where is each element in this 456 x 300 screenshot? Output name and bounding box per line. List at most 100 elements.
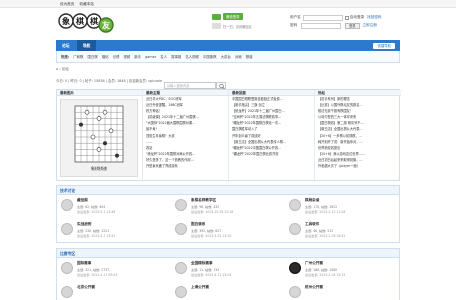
wechat-login-button[interactable]: 微信登录 bbox=[223, 13, 243, 20]
hot-item[interactable]: 视频 bbox=[123, 55, 130, 59]
forum-last-post[interactable]: 最后发表: 2023-5-17 09:03 bbox=[77, 272, 117, 277]
featured-image[interactable]: 象棋棋谱 bbox=[60, 99, 138, 177]
forum-item[interactable]: 杭州公开赛 bbox=[285, 283, 395, 300]
password-field[interactable] bbox=[301, 22, 341, 29]
forum-item[interactable]: 上海公开赛 bbox=[171, 283, 281, 300]
bookmark-link[interactable]: 收藏本站 bbox=[80, 2, 94, 6]
forum-last-post[interactable]: 最后发表: 2023-5-1 13:46 bbox=[77, 209, 115, 214]
top-panel: 最新图片 象棋棋谱 最新主题 近日羊大PDC，EOC冠军 近日外营提醒，198C… bbox=[56, 89, 401, 182]
password-label: 密码 bbox=[290, 23, 298, 27]
chessboard-image: 象棋棋谱 bbox=[61, 100, 137, 176]
forum-last-post[interactable]: 最后发表: 2023-10-25 22:16 bbox=[191, 209, 233, 214]
svg-text:友: 友 bbox=[101, 20, 110, 30]
svg-text:象: 象 bbox=[62, 16, 70, 26]
hot-item[interactable]: 对局 bbox=[235, 55, 242, 59]
forum-name[interactable]: 棋局杂谈 bbox=[305, 198, 319, 203]
svg-text:棋: 棋 bbox=[75, 16, 84, 26]
forum-item[interactable]: 实战战例 主题: 230, 帖数: 1221 最后发表: 2023-4-7 13… bbox=[57, 220, 167, 244]
forum-name[interactable]: 象棋名称教学区 bbox=[191, 198, 216, 203]
forum-icon bbox=[175, 286, 187, 298]
hot-item[interactable]: 棋谱 bbox=[246, 55, 253, 59]
forum-name[interactable]: 藏经阁 bbox=[77, 198, 88, 203]
hot-item[interactable]: 广和棋 bbox=[73, 55, 83, 59]
forum-last-post[interactable]: 最后发表: 2023-2-13 11:28 bbox=[305, 209, 345, 214]
hot-item[interactable]: 大讲台 bbox=[221, 55, 231, 59]
forum-name[interactable]: 全国精标赛事 bbox=[191, 261, 213, 266]
username-field[interactable] bbox=[302, 14, 343, 21]
section-match: 比赛专区 国际赛事 主题: 321, 帖数: 2737 最后发表: 2023-5… bbox=[56, 248, 400, 300]
forum-name[interactable]: 广州公开赛 bbox=[305, 261, 323, 266]
forum-item[interactable]: 藏经阁 主题: 62, 帖数: 404 最后发表: 2023-5-1 13:46 bbox=[57, 196, 167, 220]
forum-last-post[interactable]: 最后发表: 2023-2-26 15:15 bbox=[305, 272, 345, 277]
section-title[interactable]: 比赛专区 bbox=[57, 249, 399, 258]
forum-last-post[interactable]: 最后发表: 2023-4-11 15:04 bbox=[191, 272, 231, 277]
forum-item[interactable]: 广州公开赛 主题: 166, 帖数: 1080 最后发表: 2023-2-26 … bbox=[285, 259, 395, 283]
search-button[interactable] bbox=[216, 82, 226, 90]
hot-item[interactable]: 名人视频 bbox=[185, 55, 199, 59]
forum-icon bbox=[175, 199, 187, 211]
svg-text:棋: 棋 bbox=[89, 16, 98, 26]
search-input[interactable]: 请输入搜索内容 bbox=[164, 82, 216, 89]
forum-icon bbox=[61, 223, 73, 235]
breadcrumb: ⌂ › 论坛 bbox=[56, 67, 400, 73]
hot-item[interactable]: 新手 bbox=[134, 55, 141, 59]
wechat-icon bbox=[212, 13, 221, 20]
hot-item[interactable]: 名人 bbox=[160, 55, 167, 59]
section-title[interactable]: 技术讨论 bbox=[57, 186, 399, 195]
crumb-sep: › bbox=[59, 67, 61, 71]
nav-item-forum[interactable]: 论坛 bbox=[56, 40, 76, 51]
forum-icon bbox=[61, 199, 73, 211]
scan-label: 扫一扫，访问微社区 bbox=[223, 24, 252, 29]
set-home-link[interactable]: 设为首页 bbox=[60, 2, 74, 6]
hot-item[interactable]: gamer bbox=[145, 55, 156, 59]
forum-item[interactable]: 北京公开赛 bbox=[57, 283, 167, 300]
hot-item[interactable]: 中国象棋 bbox=[203, 55, 217, 59]
quick-nav-button[interactable]: 快捷导航 bbox=[372, 42, 396, 50]
home-icon[interactable]: ⌂ bbox=[56, 67, 58, 71]
site-logo[interactable]: 象 棋 棋 友 bbox=[58, 11, 114, 35]
forum-icon bbox=[289, 199, 301, 211]
login-panel: 用户名 自动登录 找回密码 密码 登录 立即注册 bbox=[290, 14, 400, 36]
forum-name[interactable]: 工具软件 bbox=[305, 222, 319, 227]
forum-item[interactable]: 全国精标赛事 主题: 11, 帖数: 132 最后发表: 2023-4-11 1… bbox=[171, 259, 281, 283]
remember-label: 自动登录 bbox=[349, 15, 365, 19]
list-item[interactable]: 开型象玩囊了界线游系 bbox=[143, 163, 228, 169]
forum-icon bbox=[175, 223, 187, 235]
login-button[interactable]: 登录 bbox=[345, 22, 360, 29]
list-item[interactable]: 外老超大次了（player一面） bbox=[315, 163, 401, 169]
forum-last-post[interactable]: 最后发表: 2023-2-26 16:42 bbox=[305, 233, 345, 238]
crumb-home[interactable]: 论坛 bbox=[62, 67, 69, 71]
list-item[interactable]: “碾龙杯”2022年围白棋比赛开赛 bbox=[229, 151, 314, 157]
hot-item[interactable]: 赛事报 bbox=[171, 55, 181, 59]
forum-item[interactable]: 棋局杂谈 主题: 170, 帖数: 1622 最后发表: 2023-2-13 1… bbox=[285, 196, 395, 220]
forum-last-post[interactable]: 最后发表: 2023-3-31 13:10 bbox=[191, 233, 231, 238]
forum-item[interactable]: 国际赛事 主题: 321, 帖数: 2737 最后发表: 2023-5-17 0… bbox=[57, 259, 167, 283]
hot-item[interactable]: 记得 bbox=[113, 55, 120, 59]
forum-name[interactable]: 实战战例 bbox=[77, 222, 91, 227]
forum-name[interactable]: 杭州公开赛 bbox=[305, 285, 323, 290]
forum-name[interactable]: 围白谱系 bbox=[191, 222, 205, 227]
forum-item[interactable]: 工具软件 主题: 46, 帖数: 512 最后发表: 2023-2-26 16:… bbox=[285, 220, 395, 244]
forum-name[interactable]: 上海公开赛 bbox=[191, 285, 209, 290]
forum-item[interactable]: 象棋名称教学区 主题: 98, 帖数: 432 最后发表: 2023-10-25… bbox=[171, 196, 281, 220]
forum-icon bbox=[289, 262, 301, 274]
forum-name[interactable]: 国际赛事 bbox=[77, 261, 91, 266]
hot-item[interactable]: 福帖 bbox=[102, 55, 109, 59]
hot-item[interactable]: 围白棋 bbox=[87, 55, 97, 59]
latest-threads: 最新主题 近日羊大PDC，EOC冠军 近日外营提醒，198C冠军 药方神话！ 【… bbox=[143, 90, 229, 182]
forum-name[interactable]: 北京公开赛 bbox=[77, 285, 95, 290]
hot-label: 热搜: bbox=[61, 55, 70, 59]
hot-threads: 热帖 【初手系列】新的理念 【比赛】以国外棋坛友的报名… 想法无赛千报有棋围友！… bbox=[315, 90, 401, 182]
latest-images-title: 最新图片 bbox=[57, 90, 142, 96]
forum-last-post[interactable]: 最后发表: 2023-4-7 13:52 bbox=[77, 233, 115, 238]
section-tech: 技术讨论 藏经阁 主题: 62, 帖数: 404 最后发表: 2023-5-1 … bbox=[56, 185, 400, 243]
forum-item[interactable]: 围白谱系 主题: 392, 帖数: 827 最后发表: 2023-3-31 13… bbox=[171, 220, 281, 244]
register-link[interactable]: 立即注册 bbox=[363, 23, 377, 28]
forum-icon bbox=[289, 286, 301, 298]
qr-icon bbox=[212, 23, 221, 29]
hot-search-bar: 热搜: 广和棋 围白棋 福帖 记得 视频 新手 gamer 名人 赛事报 名人视… bbox=[56, 51, 400, 63]
image-caption: 象棋棋谱 bbox=[91, 165, 107, 171]
nav-item-guide[interactable]: 导航 bbox=[76, 40, 97, 51]
remember-checkbox[interactable] bbox=[344, 15, 349, 20]
forgot-link[interactable]: 找回密码 bbox=[367, 15, 381, 20]
